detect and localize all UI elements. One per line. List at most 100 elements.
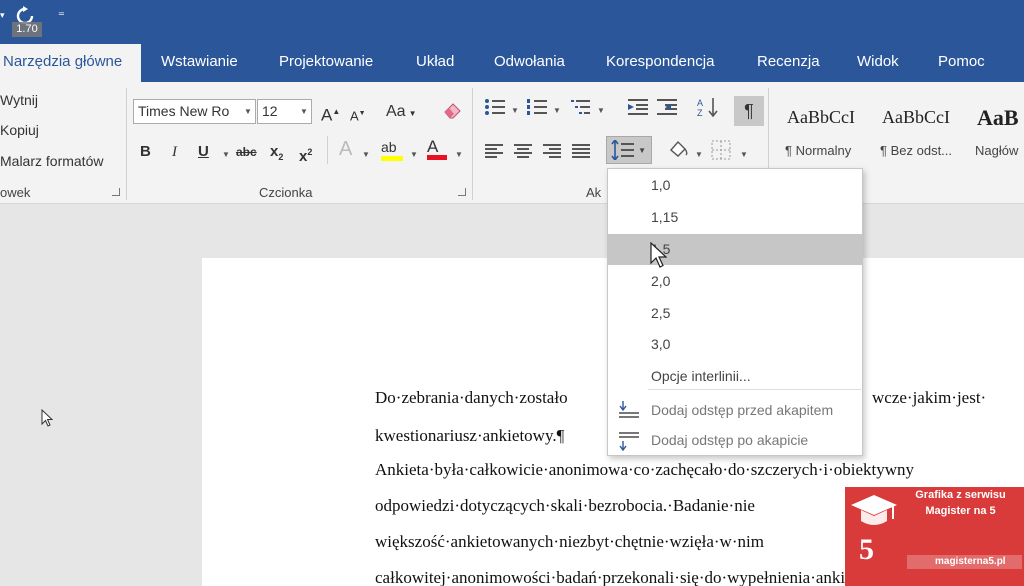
tab-review[interactable]: Recenzja <box>757 44 820 82</box>
clipboard-group-label: owek <box>0 185 31 200</box>
watermark-number: 5 <box>859 533 874 566</box>
numbering-icon[interactable] <box>526 97 548 117</box>
align-center-icon[interactable] <box>513 142 533 160</box>
qat-dropdown-icon[interactable]: ▾ <box>0 10 5 21</box>
superscript-button[interactable]: x2 <box>299 142 312 167</box>
tab-design[interactable]: Projektowanie <box>279 44 373 82</box>
doc-line-4[interactable]: odpowiedzi·dotyczących·skali·bezrobocia.… <box>375 496 755 516</box>
justify-icon[interactable] <box>571 142 591 160</box>
grow-font-glyph: A <box>321 105 333 125</box>
tab-references[interactable]: Odwołania <box>494 44 565 82</box>
line-spacing-option-3-0[interactable]: 3,0 <box>608 329 862 360</box>
line-spacing-option-2-5[interactable]: 2,5 <box>608 298 862 329</box>
chevron-down-icon[interactable]: ▼ <box>511 106 519 115</box>
doc-line-2[interactable]: kwestionariusz·ankietowy.¶ <box>375 426 564 446</box>
shading-icon[interactable] <box>667 138 689 160</box>
style-no-spacing-sample: AaBbCcI <box>882 107 950 127</box>
font-name-combo[interactable]: Times New Ro ▼ <box>133 99 256 124</box>
line-spacing-options-item[interactable]: Opcje interlinii... <box>608 361 862 392</box>
svg-text:A: A <box>697 98 703 108</box>
customize-qat-icon[interactable]: ⁼ <box>58 8 65 24</box>
font-group-label: Czcionka <box>259 185 313 200</box>
chevron-down-icon[interactable]: ▼ <box>362 150 370 159</box>
highlight-swatch <box>381 156 403 161</box>
change-case-glyph: Aa <box>386 103 406 120</box>
chevron-down-icon[interactable]: ▼ <box>597 106 605 115</box>
font-color-button[interactable]: A <box>427 137 447 160</box>
chevron-down-icon[interactable]: ▼ <box>222 150 230 159</box>
doc-line-6[interactable]: całkowitej·anonimowości·badań·przekonali… <box>375 568 910 586</box>
highlight-glyph: ab <box>381 139 397 155</box>
tab-insert[interactable]: Wstawianie <box>161 44 238 82</box>
align-right-icon[interactable] <box>542 142 562 160</box>
group-divider <box>126 88 127 200</box>
tab-help[interactable]: Pomoc <box>938 44 985 82</box>
ribbon-tab-bar: Narzędzia główne Wstawianie Projektowani… <box>0 44 1024 82</box>
bullets-icon[interactable] <box>484 97 506 117</box>
line-spacing-option-1-5[interactable]: 1,5 <box>608 234 862 265</box>
doc-line-1-tail[interactable]: wcze·jakim·jest· <box>872 388 986 408</box>
font-launcher-icon[interactable] <box>458 188 466 196</box>
underline-button[interactable]: U <box>198 142 209 162</box>
font-size-combo[interactable]: 12 ▼ <box>257 99 312 124</box>
chevron-down-icon[interactable]: ▼ <box>455 150 463 159</box>
chevron-down-icon[interactable]: ▼ <box>297 100 311 123</box>
chevron-down-icon[interactable]: ▼ <box>410 150 418 159</box>
chevron-down-icon[interactable]: ▼ <box>740 150 748 159</box>
add-space-after-item[interactable]: Dodaj odstęp po akapicie <box>608 425 862 456</box>
line-spacing-button[interactable]: ▼ <box>606 136 652 164</box>
align-left-icon[interactable] <box>484 142 504 160</box>
format-painter-button[interactable]: Malarz formatów <box>0 153 103 169</box>
line-spacing-option-1-15[interactable]: 1,15 <box>608 202 862 233</box>
highlight-button[interactable]: ab <box>381 137 403 161</box>
text-effects-button[interactable]: A <box>339 139 352 159</box>
style-heading-name: Nagłów <box>975 143 1019 158</box>
increase-indent-icon[interactable] <box>656 97 678 117</box>
subscript-button[interactable]: x2 <box>270 142 283 167</box>
copy-button[interactable]: Kopiuj <box>0 122 39 138</box>
multilevel-list-icon[interactable] <box>570 97 592 117</box>
paragraph-group-label: Ak <box>586 185 602 200</box>
tab-home[interactable]: Narzędzia główne <box>0 44 141 82</box>
style-normal[interactable]: AaBbCcI ¶ Normalny <box>779 93 874 171</box>
style-no-spacing-name: ¶ Bez odst... <box>880 143 953 158</box>
zoom-badge: 1.70 <box>12 22 42 37</box>
tab-mailings[interactable]: Korespondencja <box>606 44 714 82</box>
chevron-down-icon[interactable]: ▼ <box>695 150 703 159</box>
grow-font-button[interactable]: A▲ <box>321 102 340 126</box>
doc-line-5[interactable]: większość·ankietowanych·niezbyt·chętnie·… <box>375 532 764 552</box>
chevron-down-icon: ▼ <box>638 146 646 155</box>
line-spacing-menu: 1,0 1,15 1,5 2,0 2,5 3,0 Opcje interlini… <box>607 168 863 456</box>
chevron-down-icon[interactable]: ▼ <box>553 106 561 115</box>
sort-icon[interactable]: AZ <box>697 96 719 118</box>
space-after-icon <box>618 431 640 451</box>
font-color-glyph: A <box>427 137 439 156</box>
watermark-line-1: Grafika z serwisu <box>915 489 1006 501</box>
watermark-site: magisterna5.pl <box>907 555 1022 569</box>
tab-view[interactable]: Widok <box>857 44 899 82</box>
decrease-indent-icon[interactable] <box>627 97 649 117</box>
chevron-down-icon[interactable]: ▼ <box>241 100 255 123</box>
change-case-button[interactable]: Aa ▼ <box>386 102 417 124</box>
doc-line-3[interactable]: Ankieta·była·całkowicie·anonimowa·co·zac… <box>375 460 914 480</box>
watermark-badge: Grafika z serwisu Magister na 5 5 magist… <box>845 487 1024 586</box>
ribbon: Wytnij Kopiuj Malarz formatów owek Times… <box>0 82 1024 204</box>
strikethrough-button[interactable]: abc <box>236 142 257 162</box>
line-spacing-option-2-0[interactable]: 2,0 <box>608 266 862 297</box>
clear-formatting-icon[interactable] <box>442 100 464 122</box>
line-spacing-option-1-0[interactable]: 1,0 <box>608 170 862 201</box>
style-no-spacing[interactable]: AaBbCcI ¶ Bez odst... <box>874 93 969 171</box>
borders-icon[interactable] <box>711 140 731 160</box>
bold-button[interactable]: B <box>140 142 151 162</box>
mouse-cursor-icon <box>650 242 667 268</box>
space-before-icon <box>618 401 640 421</box>
italic-button[interactable]: I <box>172 142 177 162</box>
tab-layout[interactable]: Układ <box>416 44 454 82</box>
clipboard-launcher-icon[interactable] <box>112 188 120 196</box>
style-heading[interactable]: AaB Nagłów <box>969 93 1024 171</box>
shrink-font-button[interactable]: A▼ <box>350 104 366 126</box>
doc-line-1[interactable]: Do·zebrania·danych·zostało <box>375 388 568 408</box>
show-formatting-marks-button[interactable]: ¶ <box>734 96 764 126</box>
add-space-before-item[interactable]: Dodaj odstęp przed akapitem <box>608 395 862 426</box>
cut-button[interactable]: Wytnij <box>0 92 38 108</box>
